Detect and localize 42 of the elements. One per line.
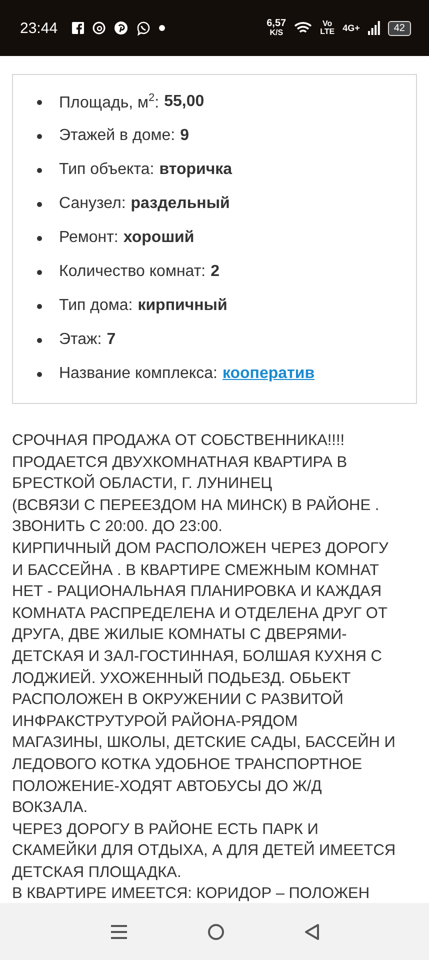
network-type: 4G+ [342,23,360,33]
detail-label: Количество комнат: [59,263,206,281]
detail-value: 7 [106,331,116,349]
volte-label: Vo LTE [320,20,335,36]
viber-icon [136,20,151,36]
pinterest-icon [114,21,128,35]
clock: 23:44 [20,20,58,36]
bullet-icon [37,168,42,172]
detail-label: Тип дома: [59,297,133,315]
detail-value: раздельный [130,195,230,213]
detail-value: 55,00 [164,93,204,111]
bullet-icon [37,202,42,206]
wifi-icon [294,21,312,35]
detail-label: Ремонт: [59,229,118,247]
detail-label: Этажей в доме: [59,127,176,145]
menu-icon [110,922,128,940]
signal-icon [368,21,380,35]
detail-link[interactable]: кооператив [222,365,315,383]
bullet-icon [37,372,42,376]
bullet-icon [37,100,42,104]
detail-value: 2 [210,263,220,281]
detail-value: хороший [123,229,194,247]
bullet-icon [37,338,42,342]
bullet-icon [37,236,42,240]
notification-dot-icon [158,25,165,31]
home-icon [206,922,224,940]
back-icon [304,922,320,940]
detail-label: Площадь, м$^{2}$: [59,92,160,112]
detail-label: Этаж: [59,331,102,349]
bullet-icon [37,304,42,308]
detail-label: Тип объекта: [59,161,154,179]
detail-value: 9 [180,127,189,145]
bullet-icon [37,134,42,138]
facebook-icon [72,22,84,34]
detail-label: Санузел: [59,195,126,213]
detail-value: вторичка [159,161,232,179]
battery-indicator: 42 [388,20,411,36]
detail-value: кирпичный [138,297,228,315]
network-speed: 6,57 K/S [266,19,286,37]
bullet-icon [37,270,42,274]
description-text: СРОЧНАЯ ПРОДАЖА ОТ СОБСТВЕННИКА!!!! ПРОДАЕТСЯ ДВУХКОМНАТНАЯ КВАРТИРА В БРЕСТКОЙ ОБЛАСТИ, Г. ЛУНИНЕЦ (ВСВЯЗИ С ПЕРЕЕЗДОМ НА МИНСК) В РАЙОНЕ . ЗВОНИТЬ С 20:00. ДО 23:00. КИРПИЧНЫЙ ДОМ РАСПОЛОЖЕН ЧЕРЕЗ ДОРОГУ И БАССЕЙНА . В КВАРТИРЕ СМЕЖНЫМ КОМНАТ НЕТ - РАЦИОНАЛЬНАЯ ПЛАНИРОВКА И КАЖДАЯ КОМНАТА РАСПРЕДЕЛЕНА И ОТДЕЛЕНА ДРУГ ОТ ДРУГА, ДВЕ ЖИЛЫЕ КОМНАТЫ С ДВЕРЯМИ- ДЕТСКАЯ И ЗАЛ-ГОСТИННАЯ, БОЛШАЯ КУХНЯ С ЛОДЖИЕЙ. УХОЖЕННЫЙ ПОДЬЕЗД. ОБЬЕКТ РАСПОЛОЖЕН В ОКРУЖЕНИИ С РАЗВИТОЙ ИНФРАКСТРУТУРОЙ РАЙОНА-РЯДОМ МАГАЗИНЫ, ШКОЛЫ, ДЕТСКИЕ САДЫ, БАССЕЙН И ЛЕДОВОГО КОТКА УДОБНОЕ ТРАНСПОРТНОЕ ПОЛОЖЕНИЕ-ХОДЯТ АВТОБУСЫ ДО Ж/Д ВОКЗАЛА. ЧЕРЕЗ ДОРОГУ В РАЙОНЕ ЕСТЬ ПАРК И СКАМЕЙКИ ДЛЯ ОТДЫХА, А ДЛЯ ДЕТЕЙ ИМЕЕТСЯ ДЕТСКАЯ ПЛОЩАДКА. В КВАРТИРЕ ИМЕЕТСЯ: КОРИДОР – ПОЛОЖЕН [12,431,397,903]
detail-label: Название комплекса: [59,365,218,383]
